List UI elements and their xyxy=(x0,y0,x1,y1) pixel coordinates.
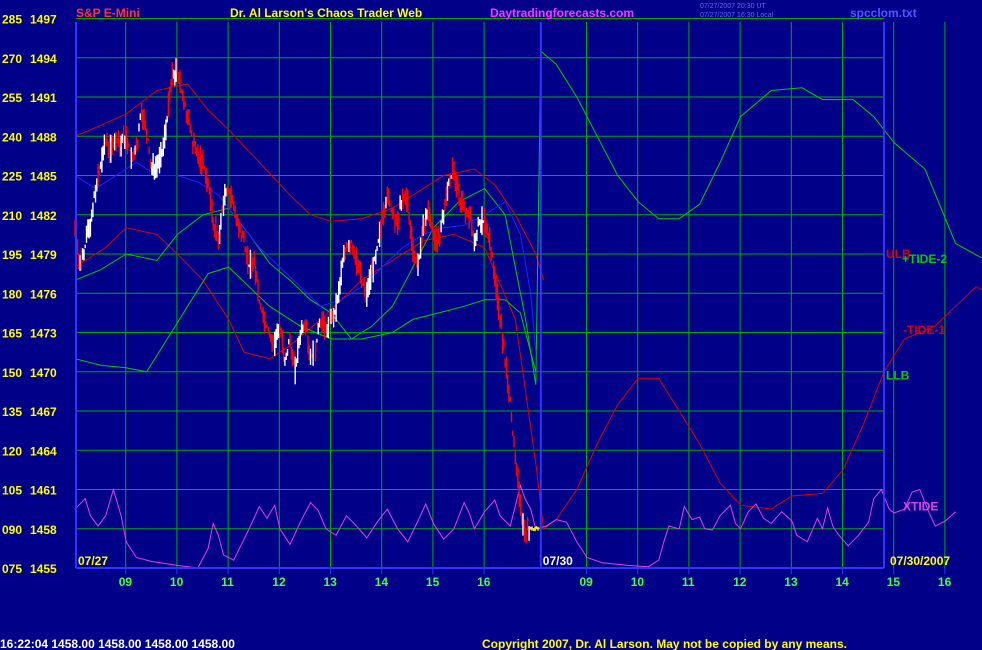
y-tick-right: 1461 xyxy=(30,484,57,498)
y-tick-left: 120 xyxy=(2,444,22,458)
y-tick-right: 1458 xyxy=(30,523,57,537)
x-tick-label: 10 xyxy=(170,575,184,589)
x-tick-label: 11 xyxy=(682,575,695,589)
y-tick-left: 285 xyxy=(2,13,22,27)
x-tick-label: 10 xyxy=(631,575,645,589)
x-tick-label: 09 xyxy=(119,575,133,589)
date-label-next: 07/30 xyxy=(543,554,573,568)
y-tick-right: 1479 xyxy=(30,248,57,262)
y-tick-left: 270 xyxy=(2,52,22,66)
series-upper-band-red xyxy=(74,83,544,281)
copyright: Copyright 2007, Dr. Al Larson. May not b… xyxy=(482,637,847,650)
y-tick-right: 1491 xyxy=(30,91,57,105)
y-tick-left: 150 xyxy=(2,366,22,380)
series-label: XTIDE xyxy=(903,500,938,514)
y-tick-right: 1488 xyxy=(30,130,57,144)
symbol-label: S&P E-Mini xyxy=(76,6,140,20)
series-label: +TIDE-2 xyxy=(902,252,947,266)
series-xtide-magenta xyxy=(74,483,956,569)
series-label: LLB xyxy=(886,369,910,383)
y-tick-left: 075 xyxy=(2,562,22,576)
x-tick-label: 11 xyxy=(221,575,234,589)
y-tick-right: 1464 xyxy=(30,444,57,458)
x-tick-label: 15 xyxy=(887,575,901,589)
y-tick-right: 1473 xyxy=(30,327,57,341)
site-link[interactable]: Daytradingforecasts.com xyxy=(490,6,634,20)
x-tick-label: 13 xyxy=(784,575,798,589)
y-tick-left: 090 xyxy=(2,523,22,537)
y-tick-right: 1485 xyxy=(30,170,57,184)
series-tide-green xyxy=(74,50,982,385)
y-tick-left: 180 xyxy=(2,287,22,301)
x-tick-label: 14 xyxy=(375,575,389,589)
x-tick-label: 12 xyxy=(733,575,747,589)
y-tick-left: 210 xyxy=(2,209,22,223)
date-label-start: 07/27 xyxy=(78,554,108,568)
y-tick-right: 1470 xyxy=(30,366,57,380)
y-tick-right: 1467 xyxy=(30,405,57,419)
x-tick-label: 14 xyxy=(836,575,850,589)
y-tick-left: 225 xyxy=(2,170,22,184)
status-readout: 16:22:04 1458.00 1458.00 1458.00 1458.00 xyxy=(0,637,235,650)
timestamp-local: 07/27/2007 16:30 Local xyxy=(700,12,774,19)
y-tick-right: 1482 xyxy=(30,209,57,223)
x-tick-label: 16 xyxy=(477,575,491,589)
y-tick-left: 255 xyxy=(2,91,22,105)
y-tick-left: 240 xyxy=(2,130,22,144)
file-name: spcclom.txt xyxy=(850,6,917,20)
y-tick-right: 1476 xyxy=(30,287,57,301)
y-tick-right: 1497 xyxy=(30,13,57,27)
y-tick-left: 165 xyxy=(2,327,22,341)
x-tick-label: 12 xyxy=(272,575,286,589)
timestamp-ut: 07/27/2007 20:30 UT xyxy=(700,3,766,10)
y-tick-left: 105 xyxy=(2,484,22,498)
x-tick-label: 15 xyxy=(426,575,440,589)
x-tick-label: 09 xyxy=(580,575,594,589)
y-tick-left: 135 xyxy=(2,405,22,419)
y-tick-right: 1455 xyxy=(30,562,57,576)
y-tick-right: 1494 xyxy=(30,52,57,66)
series-label: -TIDE-1 xyxy=(903,323,945,337)
x-tick-label: 16 xyxy=(938,575,952,589)
date-label-end: 07/30/2007 xyxy=(890,554,950,568)
chart: 285 1497 270 1494 255 1491 240 1488 225 1485 210 14… xyxy=(0,3,982,650)
x-tick-label: 13 xyxy=(324,575,338,589)
y-tick-left: 195 xyxy=(2,248,22,262)
chart-title: Dr. Al Larson's Chaos Trader Web xyxy=(230,6,422,20)
